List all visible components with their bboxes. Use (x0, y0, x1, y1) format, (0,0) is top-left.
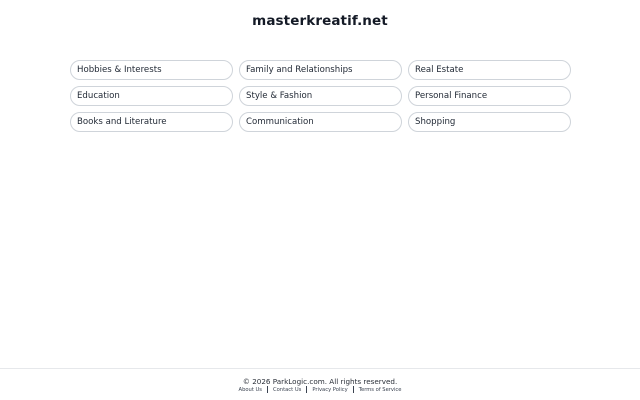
category-grid: Hobbies & Interests Family and Relations… (70, 60, 571, 132)
terms-of-service-link[interactable]: Terms of Service (354, 387, 407, 393)
footer-links: About Us Contact Us Privacy Policy Terms… (0, 386, 640, 393)
contact-us-link[interactable]: Contact Us (268, 387, 306, 393)
page: masterkreatif.net Hobbies & Interests Fa… (0, 0, 640, 400)
category-style-fashion[interactable]: Style & Fashion (239, 86, 402, 106)
about-us-link[interactable]: About Us (234, 387, 268, 393)
category-hobbies-interests[interactable]: Hobbies & Interests (70, 60, 233, 80)
footer-copyright: © 2026 ParkLogic.com. All rights reserve… (242, 377, 398, 386)
category-personal-finance[interactable]: Personal Finance (408, 86, 571, 106)
category-family-relationships[interactable]: Family and Relationships (239, 60, 402, 80)
category-education[interactable]: Education (70, 86, 233, 106)
category-real-estate[interactable]: Real Estate (408, 60, 571, 80)
category-books-literature[interactable]: Books and Literature (70, 112, 233, 132)
category-shopping[interactable]: Shopping (408, 112, 571, 132)
category-communication[interactable]: Communication (239, 112, 402, 132)
site-title: masterkreatif.net (252, 13, 388, 29)
privacy-policy-link[interactable]: Privacy Policy (307, 387, 352, 393)
footer: © 2026 ParkLogic.com. All rights reserve… (0, 368, 640, 400)
